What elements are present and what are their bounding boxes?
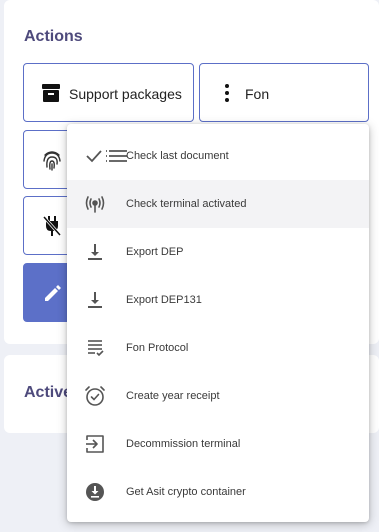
exit-icon	[83, 432, 107, 456]
more-vertical-icon	[223, 83, 231, 103]
menu-item-label: Fon Protocol	[126, 342, 189, 354]
menu-item-check-terminal-activated[interactable]: Check terminal activated	[67, 180, 369, 228]
download-icon	[83, 240, 107, 264]
menu-item-label: Get Asit crypto container	[126, 486, 246, 498]
download-circle-icon	[83, 480, 107, 504]
power-plug-off-icon	[42, 215, 62, 237]
menu-item-get-asit-crypto-container[interactable]: Get Asit crypto container	[67, 468, 369, 516]
support-packages-label: Support packages	[69, 86, 182, 102]
menu-item-label: Create year receipt	[126, 390, 220, 402]
actions-title: Actions	[24, 28, 83, 45]
menu-item-decommission-terminal[interactable]: Decommission terminal	[67, 420, 369, 468]
menu-item-export-dep[interactable]: Export DEP	[67, 228, 369, 276]
active-title: Active	[24, 384, 73, 401]
download-icon	[83, 288, 107, 312]
menu-item-create-year-receipt[interactable]: Create year receipt	[67, 372, 369, 420]
fingerprint-icon	[41, 149, 63, 171]
receipt-check-icon	[83, 336, 107, 360]
menu-item-label: Export DEP131	[126, 294, 202, 306]
menu-item-check-last-document[interactable]: Check last document	[67, 132, 369, 180]
menu-item-export-dep131[interactable]: Export DEP131	[67, 276, 369, 324]
menu-item-label: Export DEP	[126, 246, 184, 258]
menu-item-fon-protocol[interactable]: Fon Protocol	[67, 324, 369, 372]
alarm-check-icon	[83, 384, 107, 408]
fon-label: Fon	[245, 86, 270, 102]
menu-item-label: Check terminal activated	[126, 198, 247, 210]
broadcast-icon	[83, 192, 107, 216]
fon-button[interactable]: Fon	[199, 63, 369, 122]
check-list-icon	[83, 144, 131, 168]
support-packages-button[interactable]: Support packages	[23, 63, 194, 122]
fon-dropdown-menu: Check last document Check terminal activ…	[67, 124, 369, 522]
menu-item-label: Check last document	[126, 150, 229, 162]
archive-icon	[41, 83, 61, 103]
pencil-icon	[42, 282, 64, 304]
menu-item-label: Decommission terminal	[126, 438, 241, 450]
